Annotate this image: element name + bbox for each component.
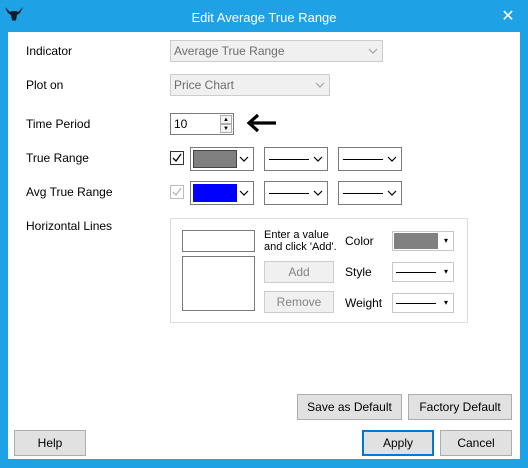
indicator-value: Average True Range (174, 44, 285, 58)
arrow-left-icon (246, 113, 276, 133)
line-weight-preview (343, 159, 383, 160)
avg-true-range-label: Avg True Range (26, 185, 113, 199)
factory-default-button[interactable]: Factory Default (408, 394, 512, 420)
chevron-down-icon (239, 156, 249, 162)
avg-true-range-weight-select[interactable] (338, 181, 402, 205)
check-icon (172, 153, 182, 163)
chevron-down-icon (368, 48, 378, 54)
cancel-button[interactable]: Cancel (440, 430, 512, 456)
chevron-down-icon (315, 82, 325, 88)
hl-color-label: Color (345, 234, 374, 248)
chevron-down-icon (313, 190, 323, 196)
close-icon: ✕ (501, 8, 515, 25)
hl-weight-label: Weight (345, 296, 383, 310)
horizontal-line-value-input[interactable] (182, 230, 255, 252)
hl-style-label: Style (345, 265, 372, 279)
line-weight-preview (396, 303, 436, 304)
stepper-buttons: ▲ ▼ (220, 115, 232, 133)
stepper-up-button[interactable]: ▲ (220, 115, 232, 124)
chevron-down-icon (387, 190, 397, 196)
help-button[interactable]: Help (14, 430, 86, 456)
line-weight-preview (343, 193, 383, 194)
hl-weight-select[interactable]: ▾ (392, 293, 454, 313)
horizontal-lines-list[interactable] (182, 256, 255, 311)
add-button[interactable]: Add (264, 261, 334, 283)
time-period-label: Time Period (26, 117, 91, 131)
dialog-window: Edit Average True Range ✕ Indicator Aver… (0, 0, 528, 468)
plot-on-select: Price Chart (170, 74, 330, 96)
true-range-checkbox[interactable] (170, 151, 184, 165)
chevron-down-icon (387, 156, 397, 162)
indicator-label: Indicator (26, 44, 73, 58)
line-style-preview (269, 159, 309, 160)
save-as-default-button[interactable]: Save as Default (297, 394, 402, 420)
true-range-color-swatch (193, 150, 237, 168)
avg-true-range-color-swatch (193, 184, 237, 202)
line-style-preview (396, 272, 436, 273)
chevron-down-icon (239, 190, 249, 196)
true-range-color-select[interactable] (190, 147, 254, 171)
window-title: Edit Average True Range (191, 10, 337, 25)
dropdown-arrow-icon: ▾ (444, 298, 449, 307)
check-icon (172, 187, 182, 197)
close-button[interactable]: ✕ (490, 2, 526, 30)
time-period-value[interactable]: 10 (174, 117, 187, 131)
dropdown-arrow-icon: ▾ (444, 267, 449, 276)
plot-on-label: Plot on (26, 78, 64, 92)
time-period-stepper[interactable]: 10 ▲ ▼ (170, 113, 234, 135)
avg-true-range-color-select[interactable] (190, 181, 254, 205)
avg-true-range-checkbox (170, 185, 184, 199)
hl-style-select[interactable]: ▾ (392, 262, 454, 282)
hl-color-select[interactable]: ▾ (392, 231, 454, 251)
avg-true-range-style-select[interactable] (264, 181, 328, 205)
hl-color-swatch (394, 233, 438, 249)
dialog-content: Indicator Average True Range Plot on Pri… (8, 32, 520, 459)
title-bar[interactable]: Edit Average True Range ✕ (0, 0, 528, 34)
true-range-style-select[interactable] (264, 147, 328, 171)
horizontal-lines-label: Horizontal Lines (26, 219, 113, 233)
apply-button[interactable]: Apply (362, 430, 434, 456)
remove-button[interactable]: Remove (264, 291, 334, 313)
true-range-weight-select[interactable] (338, 147, 402, 171)
line-style-preview (269, 193, 309, 194)
plot-on-value: Price Chart (174, 78, 235, 92)
dropdown-arrow-icon: ▾ (444, 236, 449, 245)
indicator-select: Average True Range (170, 40, 383, 62)
true-range-label: True Range (26, 151, 89, 165)
horizontal-lines-hint: Enter a value and click 'Add'. (264, 229, 337, 253)
stepper-down-button[interactable]: ▼ (220, 124, 232, 133)
chevron-down-icon (313, 156, 323, 162)
